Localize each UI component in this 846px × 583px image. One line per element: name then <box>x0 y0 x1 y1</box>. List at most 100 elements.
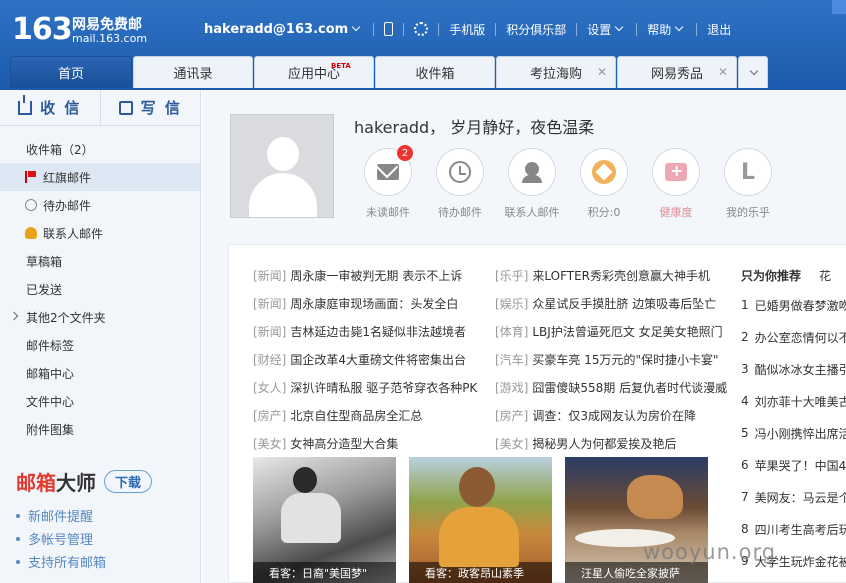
news-title[interactable]: 众星试反手摸肚脐 边策吸毒后坠亡 <box>532 295 716 312</box>
rank-title[interactable]: 酷似冰冰女主播引 <box>755 361 846 378</box>
quick-lofter[interactable]: L 我的乐乎 <box>712 148 784 220</box>
loading-icon[interactable] <box>414 22 429 36</box>
quick-health[interactable]: 健康度 <box>640 148 712 220</box>
contact-star-icon <box>522 162 542 183</box>
recommend-item[interactable]: 6 苹果哭了！中国4 <box>741 449 846 481</box>
news-title[interactable]: 买豪车亮 15万元的"保时捷小卡宴" <box>532 351 718 368</box>
rank-title[interactable]: 已婚男做春梦激吻 <box>755 297 846 314</box>
sidebar-item-contact-mail[interactable]: 联系人邮件 <box>0 219 200 247</box>
close-icon[interactable]: ✕ <box>597 65 607 79</box>
sidebar-item-flagged[interactable]: 红旗邮件 <box>0 163 200 191</box>
rank-title[interactable]: 美网友：马云是个 <box>755 489 846 506</box>
news-title[interactable]: 囧雷傻缺558期 后复仇者时代谈漫威 <box>532 379 727 396</box>
sidebar-item-attachments[interactable]: 附件图集 <box>0 415 200 443</box>
news-item[interactable]: [女人] 深扒许晴私服 驱子范爷穿衣各种PK <box>253 373 495 401</box>
photo-caption[interactable]: 看客：政客昂山素季 <box>409 562 552 583</box>
quick-todo[interactable]: 待办邮件 <box>424 148 496 220</box>
sidebar-item-inbox[interactable]: 收件箱（2） <box>0 135 200 163</box>
logout-link[interactable]: 退出 <box>707 21 731 38</box>
tab-netease-shop[interactable]: 网易秀品 ✕ <box>617 56 737 88</box>
news-item[interactable]: [财经] 国企改革4大重磅文件将密集出台 <box>253 345 495 373</box>
news-item[interactable]: [房产] 调查：仅3成网友认为房价在降 <box>495 401 737 429</box>
brand-logo[interactable]: 163 网易免费邮 mail.163.com <box>12 12 147 47</box>
sidebar-item-sent[interactable]: 已发送 <box>0 275 200 303</box>
tab-kaola[interactable]: 考拉海购 ✕ <box>496 56 616 88</box>
rank-title[interactable]: 办公室恋情何以不 <box>755 329 846 346</box>
sidebar-item-drafts[interactable]: 草稿箱 <box>0 247 200 275</box>
rank-title[interactable]: 苹果哭了！中国4 <box>755 457 846 474</box>
gallery-photo[interactable]: 汪星人偷吃全家披萨 <box>565 457 708 583</box>
rank-title[interactable]: 刘亦菲十大唯美古 <box>755 393 846 410</box>
sidebar-item-todo[interactable]: 待办邮件 <box>0 191 200 219</box>
quick-circle: 2 <box>364 145 413 196</box>
points-club-link[interactable]: 积分俱乐部 <box>506 21 566 38</box>
recommend-item[interactable]: 4 刘亦菲十大唯美古 <box>741 385 846 417</box>
promo-feature[interactable]: 新邮件提醒 <box>16 504 196 527</box>
close-icon[interactable]: ✕ <box>718 65 728 79</box>
quick-points[interactable]: 积分:0 <box>568 148 640 220</box>
news-item[interactable]: [美女] 女神高分造型大合集 <box>253 429 495 457</box>
sidebar-item-mail-center[interactable]: 邮箱中心 <box>0 359 200 387</box>
recommend-item[interactable]: 1 已婚男做春梦激吻 <box>741 289 846 321</box>
photo-caption[interactable]: 汪星人偷吃全家披萨 <box>565 562 708 583</box>
news-title[interactable]: 国企改革4大重磅文件将密集出台 <box>290 351 466 368</box>
news-item[interactable]: [新闻] 周永康一审被判无期 表示不上诉 <box>253 261 495 289</box>
rank-title[interactable]: 冯小刚携悴出席活 <box>755 425 846 442</box>
news-item[interactable]: [娱乐] 众星试反手摸肚脐 边策吸毒后坠亡 <box>495 289 737 317</box>
news-title[interactable]: 调查：仅3成网友认为房价在降 <box>532 407 696 424</box>
news-title[interactable]: 周永康一审被判无期 表示不上诉 <box>290 267 462 284</box>
more-tabs-button[interactable] <box>738 56 768 88</box>
recommend-item[interactable]: 5 冯小刚携悴出席活 <box>741 417 846 449</box>
help-menu[interactable]: 帮助 <box>647 21 671 38</box>
news-item[interactable]: [美女] 揭秘男人为何都爱挨及艳后 <box>495 429 737 457</box>
mobile-version-link[interactable]: 手机版 <box>449 21 485 38</box>
sidebar-item-file-center[interactable]: 文件中心 <box>0 387 200 415</box>
tab-app-center[interactable]: 应用中心 BETA <box>254 56 374 88</box>
sidebar-item-other-folders[interactable]: 其他2个文件夹 <box>0 303 200 331</box>
quick-unread[interactable]: 2 未读邮件 <box>352 145 424 220</box>
avatar[interactable] <box>230 114 334 218</box>
recommend-item[interactable]: 3 酷似冰冰女主播引 <box>741 353 846 385</box>
help-chevron-icon[interactable] <box>675 22 684 32</box>
photo-caption[interactable]: 看客：日裔"美国梦" <box>253 562 396 583</box>
recommend-item[interactable]: 2 办公室恋情何以不 <box>741 321 846 353</box>
news-title[interactable]: 揭秘男人为何都爱挨及艳后 <box>532 435 676 452</box>
tab-home[interactable]: 首页 <box>10 56 132 88</box>
quick-contact-mail[interactable]: 联系人邮件 <box>496 148 568 220</box>
news-title[interactable]: 女神高分造型大合集 <box>290 435 398 452</box>
promo-feature[interactable]: 多帐号管理 <box>16 527 196 550</box>
sidebar-item-tags[interactable]: 邮件标签 <box>0 331 200 359</box>
write-mail-button[interactable]: 写 信 <box>99 90 201 125</box>
news-title[interactable]: 北京自住型商品房全汇总 <box>290 407 422 424</box>
gallery-photo[interactable]: 看客：政客昂山素季 <box>409 457 552 583</box>
settings-menu[interactable]: 设置 <box>587 21 611 38</box>
news-item[interactable]: [新闻] 吉林延边击毙1名疑似非法越境者 <box>253 317 495 345</box>
news-item[interactable]: [新闻] 周永康庭审现场画面：头发全白 <box>253 289 495 317</box>
news-item[interactable]: [乐乎] 来LOFTER秀彩壳创意赢大神手机 <box>495 261 737 289</box>
quick-circle: L <box>724 148 772 196</box>
promo-feature[interactable]: 支持所有邮箱 <box>16 550 196 573</box>
chevron-down-icon <box>749 66 758 75</box>
settings-chevron-icon[interactable] <box>615 22 624 32</box>
recommend-more[interactable]: 花 <box>819 267 831 284</box>
phone-icon[interactable] <box>384 22 394 36</box>
gallery-photo[interactable]: 看客：日裔"美国梦" <box>253 457 396 583</box>
tab-contacts[interactable]: 通讯录 <box>133 56 253 88</box>
news-item[interactable]: [房产] 北京自住型商品房全汇总 <box>253 401 495 429</box>
recommend-item[interactable]: 7 美网友：马云是个 <box>741 481 846 513</box>
news-item[interactable]: [游戏] 囧雷傻缺558期 后复仇者时代谈漫威 <box>495 373 737 401</box>
account-dropdown-icon[interactable] <box>351 22 361 32</box>
news-item[interactable]: [体育] LBJ护法曾逼死厄文 女足美女艳照门 <box>495 317 737 345</box>
download-button[interactable]: 下载 <box>104 470 153 493</box>
news-title[interactable]: 深扒许晴私服 驱子范爷穿衣各种PK <box>290 379 477 396</box>
receive-mail-button[interactable]: 收 信 <box>0 90 100 125</box>
tab-inbox[interactable]: 收件箱 <box>375 56 495 88</box>
news-title[interactable]: 吉林延边击毙1名疑似非法越境者 <box>290 323 466 340</box>
chevron-right-icon[interactable] <box>9 311 19 321</box>
news-title[interactable]: 来LOFTER秀彩壳创意赢大神手机 <box>532 267 710 284</box>
rank-title[interactable]: 四川考生高考后玩 <box>755 521 846 538</box>
account-name[interactable]: hakeradd@163.com <box>204 22 348 37</box>
news-title[interactable]: 周永康庭审现场画面：头发全白 <box>290 295 458 312</box>
news-item[interactable]: [汽车] 买豪车亮 15万元的"保时捷小卡宴" <box>495 345 737 373</box>
news-title[interactable]: LBJ护法曾逼死厄文 女足美女艳照门 <box>532 323 722 340</box>
